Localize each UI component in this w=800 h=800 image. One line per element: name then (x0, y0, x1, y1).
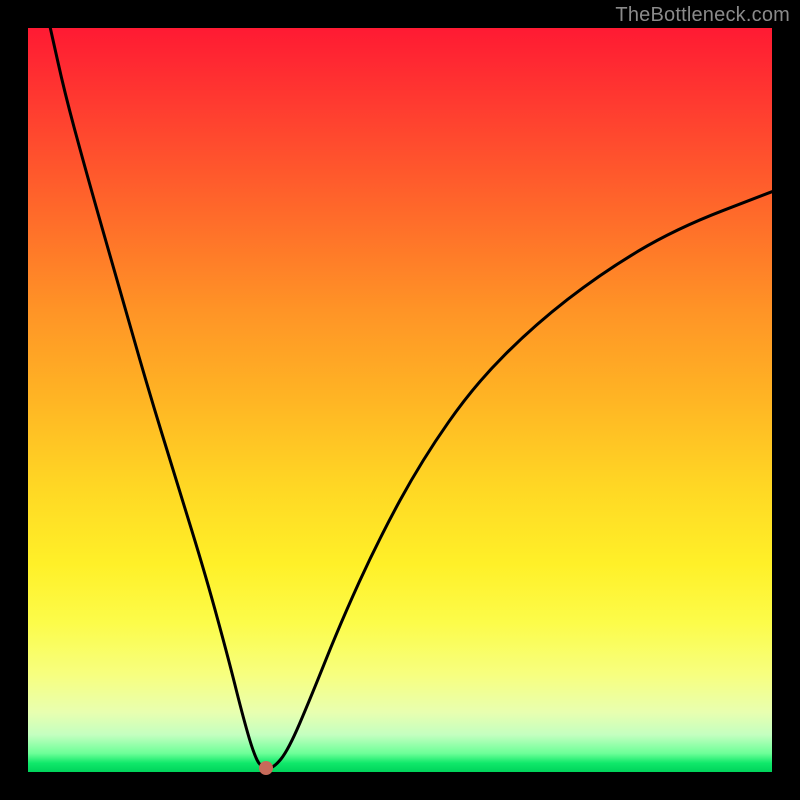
bottleneck-curve (28, 28, 772, 772)
chart-frame: TheBottleneck.com (0, 0, 800, 800)
plot-area (28, 28, 772, 772)
minimum-marker-dot (259, 761, 273, 775)
curve-path (50, 28, 772, 768)
watermark-text: TheBottleneck.com (615, 4, 790, 27)
